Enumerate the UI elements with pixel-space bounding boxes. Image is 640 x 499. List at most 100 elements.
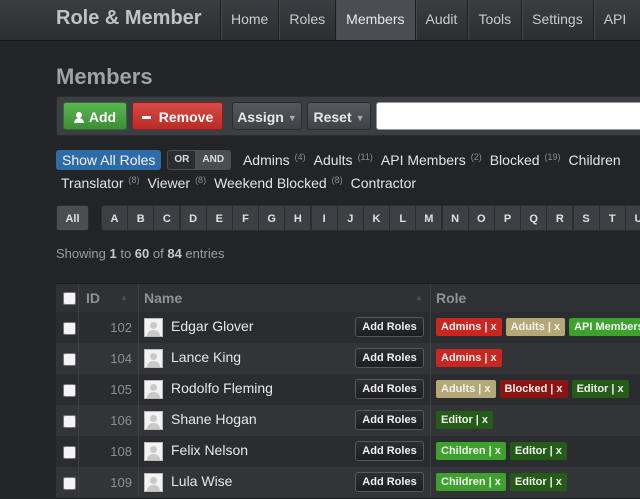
role-filter-contractor[interactable]: Contractor xyxy=(351,175,416,191)
remove-label: Remove xyxy=(158,109,214,125)
and-toggle[interactable]: AND xyxy=(195,150,232,170)
nav-item-api[interactable]: API xyxy=(592,0,637,40)
role-filter-viewer[interactable]: Viewer xyxy=(148,175,191,191)
add-roles-button[interactable]: Add Roles xyxy=(355,348,424,368)
or-and-toggle: OR AND xyxy=(167,147,232,170)
alpha-letter-h[interactable]: H xyxy=(284,205,312,231)
header-name[interactable]: Name xyxy=(144,284,182,312)
column-divider xyxy=(138,467,139,498)
member-name[interactable]: Rodolfo Fleming xyxy=(171,374,273,402)
alpha-letter-m[interactable]: M xyxy=(415,205,443,231)
alpha-all-button[interactable]: All xyxy=(56,205,89,231)
nav-item-roles[interactable]: Roles xyxy=(278,0,335,40)
role-tag-label: Children xyxy=(441,476,486,488)
alpha-letter-q[interactable]: Q xyxy=(520,205,548,231)
member-name[interactable]: Edgar Glover xyxy=(171,312,253,340)
remove-role-icon[interactable]: | x xyxy=(550,383,562,395)
column-divider xyxy=(78,374,79,405)
remove-role-icon[interactable]: | x xyxy=(489,476,501,488)
role-filter-api-members[interactable]: API Members xyxy=(381,152,466,168)
header-role[interactable]: Role xyxy=(436,284,466,312)
add-roles-button[interactable]: Add Roles xyxy=(355,441,424,461)
role-filter-children[interactable]: Children xyxy=(569,152,621,168)
role-filter-translator[interactable]: Translator xyxy=(61,175,124,191)
alpha-letter-o[interactable]: O xyxy=(467,205,495,231)
member-roles: Editor | x xyxy=(436,410,497,429)
sort-icon: ▲ xyxy=(120,293,128,302)
role-filter-weekend-blocked[interactable]: Weekend Blocked xyxy=(214,175,327,191)
column-divider xyxy=(430,436,431,467)
remove-role-icon[interactable]: | x xyxy=(550,445,562,457)
role-filter-blocked[interactable]: Blocked xyxy=(490,152,540,168)
alpha-letter-t[interactable]: T xyxy=(598,205,626,231)
alpha-letter-n[interactable]: N xyxy=(441,205,469,231)
alpha-letter-p[interactable]: P xyxy=(494,205,521,231)
nav-item-home[interactable]: Home xyxy=(220,0,278,40)
alpha-letter-d[interactable]: D xyxy=(179,205,207,231)
member-roles: Children | x Editor | x xyxy=(436,472,571,491)
remove-role-icon[interactable]: | x xyxy=(476,414,488,426)
row-checkbox[interactable] xyxy=(63,477,76,490)
row-checkbox[interactable] xyxy=(63,384,76,397)
assign-dropdown[interactable]: Assign ▼ xyxy=(232,102,302,130)
remove-role-icon[interactable]: | x xyxy=(548,321,560,333)
add-roles-button[interactable]: Add Roles xyxy=(355,379,424,399)
alpha-letter-e[interactable]: E xyxy=(205,205,233,231)
role-tag: Editor | x xyxy=(571,380,629,398)
alpha-letter-u[interactable]: U xyxy=(625,205,640,231)
column-divider xyxy=(430,467,431,498)
table-row: 104 Lance King Add Roles Admins | x xyxy=(56,343,640,375)
alpha-letter-s[interactable]: S xyxy=(572,205,600,231)
nav-item-tools[interactable]: Tools xyxy=(467,0,521,40)
member-id: 105 xyxy=(110,382,132,397)
member-name[interactable]: Felix Nelson xyxy=(171,436,248,464)
remove-role-icon[interactable]: | x xyxy=(484,321,496,333)
member-roles: Admins | x xyxy=(436,348,506,367)
alpha-letter-j[interactable]: J xyxy=(336,205,364,231)
alpha-letter-l[interactable]: L xyxy=(389,205,417,231)
table-row: 102 Edgar Glover Add Roles Admins | x Adults |… xyxy=(56,312,640,344)
role-tag-label: Admins xyxy=(441,352,482,364)
member-name[interactable]: Lance King xyxy=(171,343,241,371)
row-checkbox[interactable] xyxy=(63,446,76,459)
header-id[interactable]: ID xyxy=(86,284,100,312)
row-checkbox[interactable] xyxy=(63,415,76,428)
reset-dropdown[interactable]: Reset ▼ xyxy=(307,102,371,130)
alpha-letter-b[interactable]: B xyxy=(127,205,155,231)
alpha-letter-r[interactable]: R xyxy=(546,205,574,231)
app-brand[interactable]: Role & Member xyxy=(56,7,202,30)
showing-prefix: Showing xyxy=(56,246,110,261)
row-checkbox[interactable] xyxy=(63,353,76,366)
or-toggle[interactable]: OR xyxy=(167,150,197,170)
alpha-letter-a[interactable]: A xyxy=(101,205,128,231)
add-roles-button[interactable]: Add Roles xyxy=(355,410,424,430)
member-roles: Children | x Editor | x xyxy=(436,441,571,460)
remove-role-icon[interactable]: | x xyxy=(489,445,501,457)
search-input[interactable] xyxy=(376,102,640,130)
alpha-letter-k[interactable]: K xyxy=(363,205,390,231)
remove-role-icon[interactable]: | x xyxy=(550,476,562,488)
remove-role-icon[interactable]: | x xyxy=(611,383,623,395)
role-filter-adults[interactable]: Adults xyxy=(314,152,353,168)
alpha-letter-f[interactable]: F xyxy=(232,205,259,231)
nav-item-members[interactable]: Members xyxy=(335,0,415,40)
select-all-checkbox[interactable] xyxy=(63,292,76,305)
alpha-letter-g[interactable]: G xyxy=(258,205,286,231)
show-all-roles-button[interactable]: Show All Roles xyxy=(56,150,162,170)
member-name[interactable]: Lula Wise xyxy=(171,467,232,495)
row-checkbox[interactable] xyxy=(63,322,76,335)
alpha-letter-c[interactable]: C xyxy=(153,205,181,231)
member-name[interactable]: Shane Hogan xyxy=(171,405,257,433)
remove-button[interactable]: Remove xyxy=(132,102,223,130)
add-roles-button[interactable]: Add Roles xyxy=(355,472,424,492)
column-divider xyxy=(138,312,139,343)
add-button[interactable]: Add xyxy=(63,102,127,130)
remove-role-icon[interactable]: | x xyxy=(484,352,496,364)
role-tag: Admins | x xyxy=(436,349,502,367)
role-filter-admins[interactable]: Admins xyxy=(243,152,290,168)
add-roles-button[interactable]: Add Roles xyxy=(355,317,424,337)
alpha-letter-i[interactable]: I xyxy=(310,205,338,231)
nav-item-settings[interactable]: Settings xyxy=(521,0,593,40)
nav-item-audit[interactable]: Audit xyxy=(414,0,468,40)
remove-role-icon[interactable]: | x xyxy=(478,383,490,395)
